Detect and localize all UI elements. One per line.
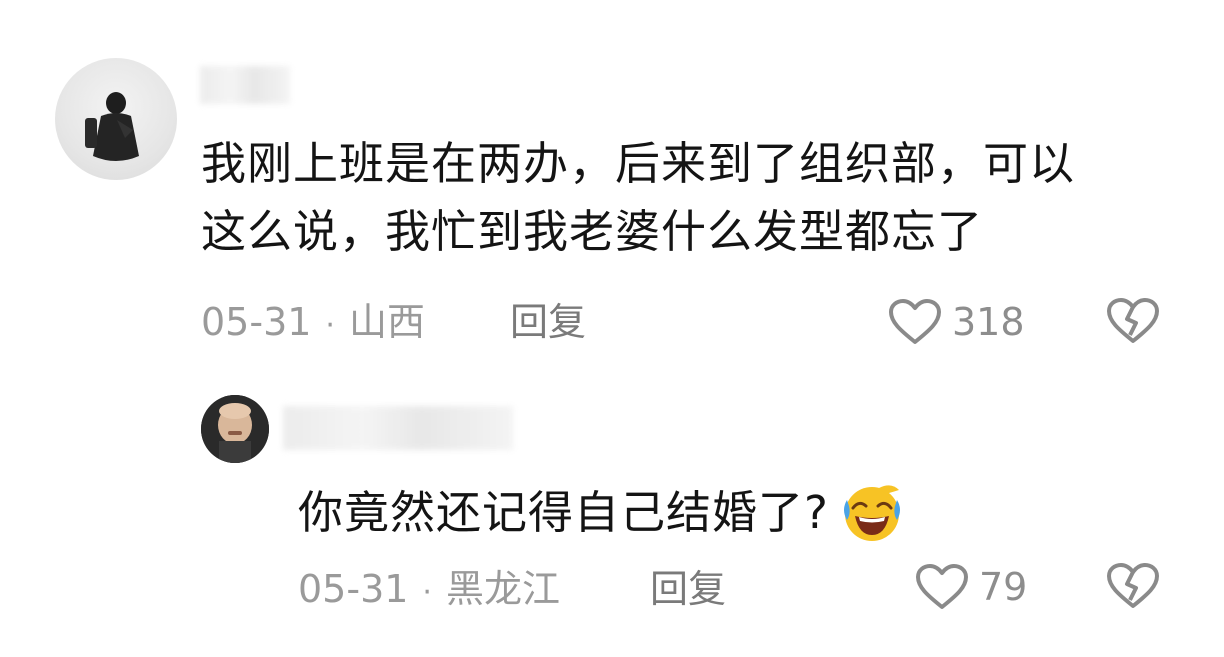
heart-outline-icon: [889, 299, 941, 344]
like-button[interactable]: 318: [888, 298, 1025, 346]
reply-location: 黑龙江: [445, 567, 560, 611]
broken-heart-icon: [1107, 298, 1159, 343]
heart-outline-icon: [916, 564, 968, 609]
reply-button[interactable]: 回复: [510, 300, 586, 344]
broken-heart-icon: [1107, 563, 1159, 608]
comment-location: 山西: [348, 300, 425, 344]
reply-like-count: 79: [979, 565, 1028, 609]
separator-dot: ·: [422, 575, 432, 610]
commenter-name-blurred[interactable]: [200, 66, 290, 104]
replier-name-blurred[interactable]: [283, 406, 513, 450]
separator-dot: ·: [325, 308, 335, 343]
comment-text-line-1: 我刚上班是在两办，后来到了组织部，可以: [201, 137, 1076, 190]
reply-text: 你竟然还记得自己结婚了?: [298, 486, 829, 539]
bald-man-avatar-icon: [201, 395, 269, 463]
comment-meta: 05-31 · 山西: [201, 300, 425, 348]
reply-dislike-button[interactable]: [1106, 562, 1160, 610]
reply-meta: 05-31 · 黑龙江: [298, 567, 560, 615]
reply-date: 05-31: [298, 567, 409, 611]
comment-text-line-2: 这么说，我忙到我老婆什么发型都忘了: [201, 205, 984, 258]
replier-avatar[interactable]: [201, 395, 269, 463]
soldier-silhouette-icon: [85, 92, 139, 161]
like-count: 318: [952, 300, 1025, 344]
comment-date: 05-31: [201, 300, 312, 344]
reply-text-row: 你竟然还记得自己结婚了?: [298, 480, 905, 546]
reply-reply-button[interactable]: 回复: [650, 567, 726, 611]
comment-text: 我刚上班是在两办，后来到了组织部，可以 这么说，我忙到我老婆什么发型都忘了: [201, 134, 1191, 262]
grinning-tears-emoji-icon: [843, 485, 900, 541]
dislike-button[interactable]: [1106, 297, 1160, 345]
reply-like-button[interactable]: 79: [915, 563, 1027, 611]
commenter-avatar[interactable]: [55, 58, 177, 180]
